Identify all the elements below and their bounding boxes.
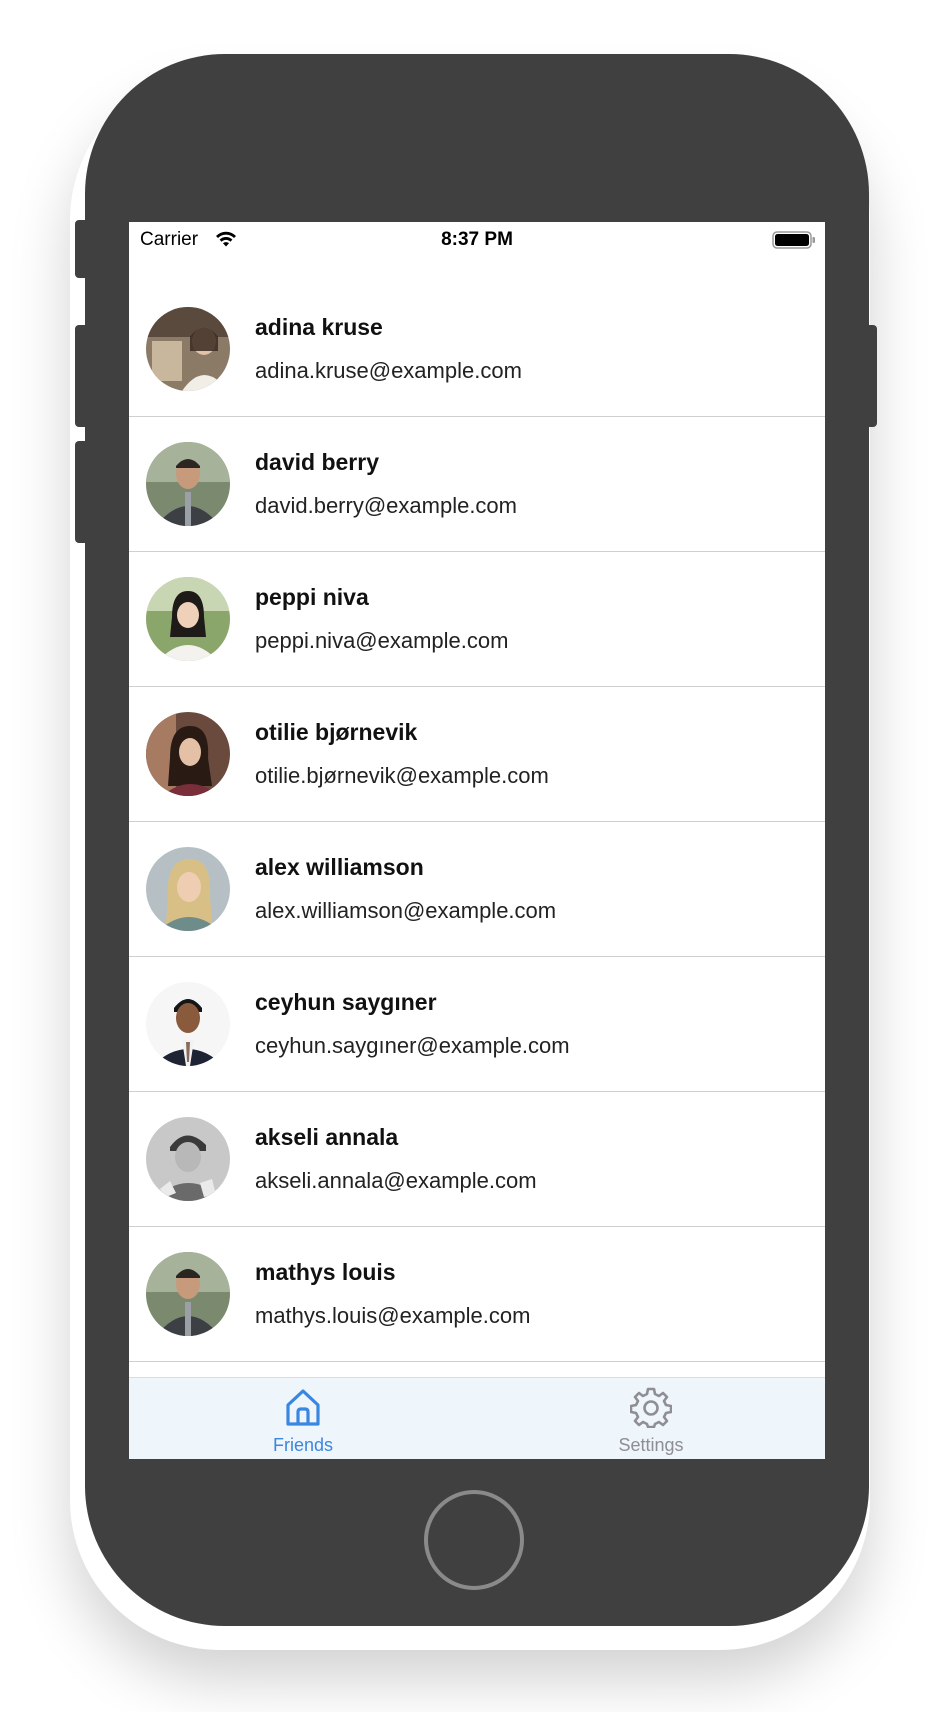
friend-email: akseli.annala@example.com — [255, 1168, 537, 1193]
tab-label: Friends — [272, 1435, 334, 1455]
friend-name: ceyhun saygıner — [255, 989, 437, 1015]
avatar — [146, 577, 230, 661]
friend-email: adina.kruse@example.com — [255, 358, 522, 383]
friend-row[interactable]: akseli annala akseli.annala@example.com — [129, 1092, 825, 1227]
tab-label: Settings — [618, 1435, 684, 1455]
avatar — [146, 847, 230, 931]
friend-row[interactable]: ceyhun saygıner ceyhun.saygıner@example.… — [129, 957, 825, 1092]
tab-settings[interactable]: Settings — [477, 1378, 825, 1459]
friend-row[interactable]: otilie bjørnevik otilie.bjørnevik@exampl… — [129, 687, 825, 822]
avatar — [146, 442, 230, 526]
home-button[interactable] — [424, 1490, 524, 1590]
friend-name: mathys louis — [255, 1259, 396, 1285]
tab-bar: Friends Settings — [129, 1377, 825, 1459]
friend-row[interactable]: david berry david.berry@example.com — [129, 417, 825, 552]
avatar — [146, 1252, 230, 1336]
friend-email: ceyhun.saygıner@example.com — [255, 1033, 570, 1058]
friend-name: adina kruse — [255, 314, 383, 340]
friends-list: adina kruse adina.kruse@example.com davi… — [129, 282, 825, 1362]
friend-email: david.berry@example.com — [255, 493, 517, 518]
friend-row[interactable]: adina kruse adina.kruse@example.com — [129, 282, 825, 417]
battery-icon — [772, 231, 815, 249]
friend-row[interactable]: mathys louis mathys.louis@example.com — [129, 1227, 825, 1362]
app-screen: Carrier 8:37 PM adina kruse adina.kruse@… — [129, 222, 825, 1459]
friend-row[interactable]: peppi niva peppi.niva@example.com — [129, 552, 825, 687]
friend-name: peppi niva — [255, 584, 369, 610]
avatar — [146, 712, 230, 796]
avatar — [146, 982, 230, 1066]
tab-friends[interactable]: Friends — [129, 1378, 477, 1459]
friend-row[interactable]: alex williamson alex.williamson@example.… — [129, 822, 825, 957]
status-time: 8:37 PM — [441, 229, 513, 250]
friend-name: otilie bjørnevik — [255, 719, 418, 745]
friend-email: peppi.niva@example.com — [255, 628, 509, 653]
friend-name: akseli annala — [255, 1124, 399, 1150]
avatar — [146, 1117, 230, 1201]
friend-name: alex williamson — [255, 854, 424, 880]
home-icon — [286, 1389, 320, 1426]
avatar — [146, 307, 230, 391]
device-frame: Carrier 8:37 PM adina kruse adina.kruse@… — [0, 0, 952, 1712]
status-bar: Carrier 8:37 PM — [129, 222, 825, 262]
gear-icon — [630, 1387, 672, 1428]
friend-email: mathys.louis@example.com — [255, 1303, 531, 1328]
friend-email: otilie.bjørnevik@example.com — [255, 763, 549, 788]
friend-name: david berry — [255, 449, 379, 475]
friend-email: alex.williamson@example.com — [255, 898, 557, 923]
